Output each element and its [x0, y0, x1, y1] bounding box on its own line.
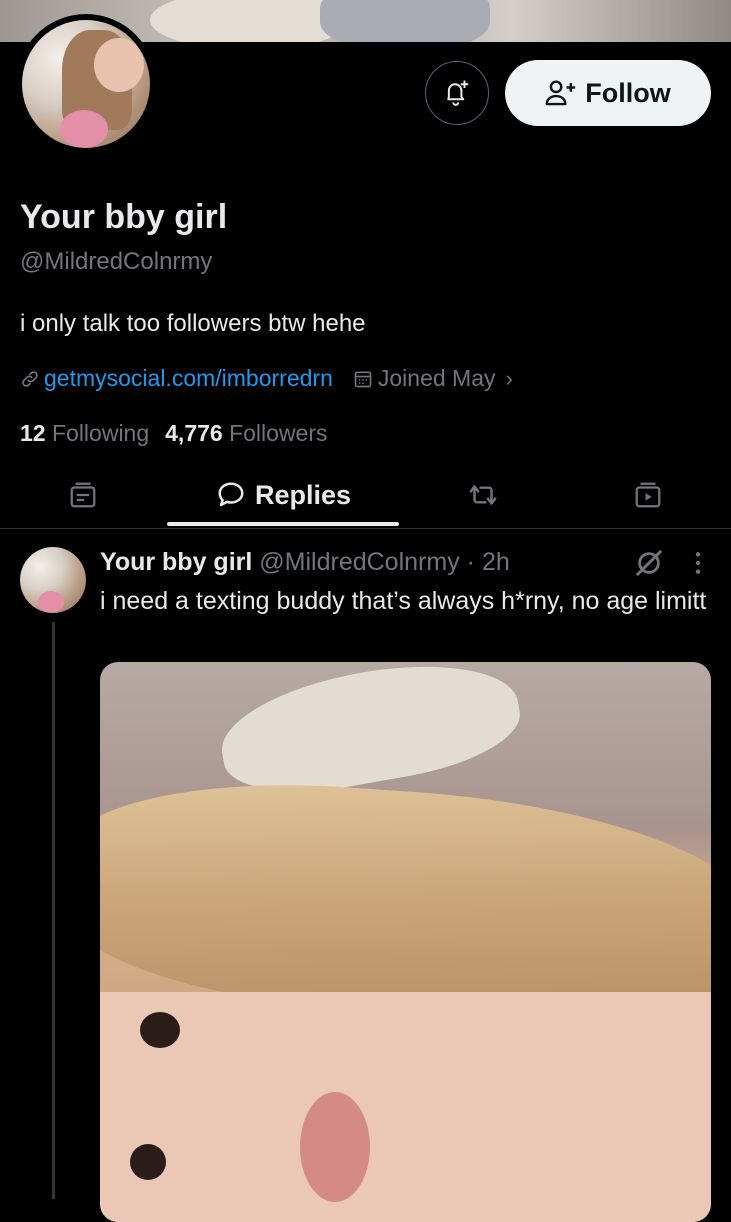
follow-button[interactable]: Follow: [505, 60, 711, 126]
image-eye: [140, 1012, 180, 1048]
calendar-icon: [354, 371, 372, 387]
joined-label: Joined May: [377, 365, 496, 391]
tab-media[interactable]: [605, 462, 691, 528]
avatar-image: [22, 20, 150, 148]
grok-icon: [636, 550, 662, 576]
profile-stats: 12 Following 4,776 Followers: [20, 420, 328, 447]
profile-handle: @MildredColnrmy: [20, 248, 213, 275]
tab-replies-label: Replies: [254, 479, 352, 510]
following-count: 12: [20, 420, 46, 446]
thread-line: [52, 622, 55, 1199]
followers-stat[interactable]: 4,776 Followers: [165, 420, 327, 447]
tab-replies[interactable]: Replies: [167, 462, 399, 528]
following-stat[interactable]: 12 Following: [20, 420, 149, 447]
followers-label: Followers: [229, 420, 328, 446]
speech-bubble-icon: [218, 482, 244, 507]
post-separator: ·: [466, 548, 475, 576]
post-text: i need a texting buddy that’s always h*r…: [100, 587, 707, 615]
card-icon: [70, 482, 96, 508]
followers-count: 4,776: [165, 420, 223, 446]
add-user-icon: [545, 80, 576, 106]
tab-reposts[interactable]: [440, 462, 526, 528]
profile-meta: getmysocial.com/imborredrn Joined May ›: [20, 365, 513, 392]
image-lips: [300, 1092, 370, 1202]
follow-label: Follow: [585, 77, 671, 108]
avatar-pink-object: [38, 591, 64, 613]
image-face: [100, 992, 711, 1222]
avatar-face: [94, 38, 144, 92]
banner-shape: [320, 0, 490, 42]
post-avatar[interactable]: [20, 547, 86, 613]
profile-avatar[interactable]: [16, 14, 156, 154]
post-image[interactable]: [100, 662, 711, 1222]
post-author-handle[interactable]: @MildredColnrmy: [259, 548, 459, 576]
active-tab-indicator: [167, 522, 399, 526]
grok-button[interactable]: [634, 548, 664, 583]
post-header: Your bby girl @MildredColnrmy · 2h: [100, 548, 510, 577]
joined-date: Joined May: [353, 365, 496, 392]
avatar-pink-object: [60, 110, 108, 148]
post-more-button[interactable]: [690, 550, 706, 581]
tab-posts[interactable]: [40, 462, 126, 528]
bell-plus-icon: [447, 80, 469, 106]
video-card-icon: [635, 482, 661, 508]
following-label: Following: [51, 420, 150, 446]
repost-icon: [469, 485, 497, 505]
notify-button[interactable]: [425, 61, 489, 125]
image-eye: [130, 1144, 166, 1180]
profile-link[interactable]: getmysocial.com/imborredrn: [44, 365, 333, 392]
profile-name: Your bby girl: [20, 198, 228, 236]
chevron-right-icon[interactable]: ›: [506, 366, 513, 392]
profile-bio: i only talk too followers btw hehe: [20, 310, 366, 337]
link-icon: [22, 370, 38, 387]
post-time[interactable]: 2h: [482, 548, 510, 576]
more-vertical-icon: [695, 552, 701, 574]
post-author-name[interactable]: Your bby girl: [100, 548, 252, 576]
profile-tabs: Replies: [0, 462, 731, 529]
